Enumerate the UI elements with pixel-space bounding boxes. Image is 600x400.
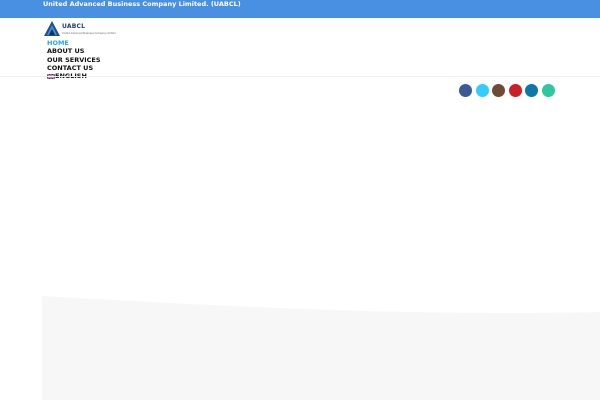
facebook-icon[interactable] — [459, 84, 472, 97]
section-wave-background — [42, 296, 600, 400]
nav-item-our-services[interactable]: OUR SERVICES — [47, 56, 101, 64]
nav-item-home[interactable]: HOME — [47, 39, 101, 47]
social-links — [459, 84, 555, 97]
twitter-icon[interactable] — [475, 84, 489, 97]
nav-item-label: HOME — [47, 39, 69, 47]
nav-item-about-us[interactable]: ABOUT US — [47, 47, 101, 55]
header-divider — [0, 76, 600, 77]
main-nav: HOME ABOUT US OUR SERVICES CONTACT US EN… — [47, 39, 101, 80]
nav-item-label: OUR SERVICES — [47, 55, 101, 64]
linkedin-icon[interactable] — [525, 84, 539, 97]
logo-subtext: United Advanced Business Company Limited — [62, 32, 116, 35]
logo-text: UABCL — [62, 23, 86, 30]
logo-icon — [44, 21, 60, 36]
instagram-icon[interactable] — [492, 84, 506, 97]
pinterest-icon[interactable] — [508, 84, 522, 97]
top-bar: United Advanced Business Company Limited… — [0, 0, 600, 18]
nav-item-label: CONTACT US — [47, 63, 94, 72]
site-logo[interactable]: UABCL United Advanced Business Company L… — [43, 20, 116, 40]
company-tagline: United Advanced Business Company Limited… — [43, 0, 241, 8]
nav-item-label: ABOUT US — [47, 47, 85, 56]
tripadvisor-icon[interactable] — [541, 84, 555, 97]
nav-item-contact-us[interactable]: CONTACT US — [47, 64, 101, 72]
